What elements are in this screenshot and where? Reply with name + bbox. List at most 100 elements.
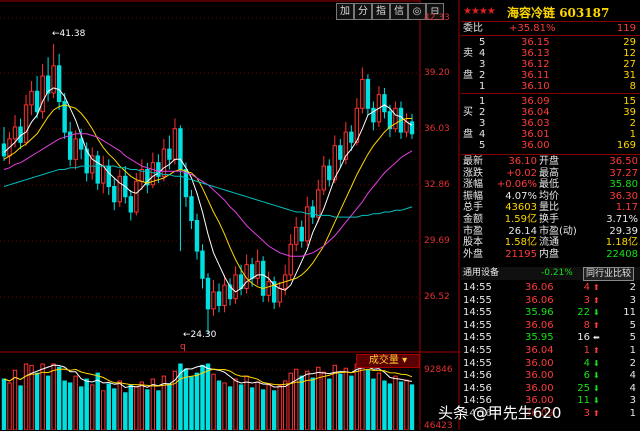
- volume-bar: [1, 378, 7, 430]
- volume-bar: [316, 366, 321, 430]
- industry-name[interactable]: 通用设备: [463, 267, 499, 279]
- candle-body: [56, 65, 62, 103]
- candle-body: [200, 250, 205, 279]
- candle-body: [360, 78, 365, 109]
- candle-body: [382, 94, 387, 113]
- quote-stat-row: 振幅 4.07% 均价 36.30: [461, 191, 640, 202]
- volume-bar: [194, 372, 200, 430]
- tick-row: 14:55 36.06 4 ⬆ 2: [461, 282, 640, 293]
- tick-row: 14:55 35.95 16 ⬅ 5: [461, 332, 640, 343]
- quote-stat-row: 市盈 26.14 市盈(动) 29.39: [461, 226, 640, 237]
- bid-row[interactable]: 1 36.09 15: [461, 96, 640, 107]
- tick-price: 36.06: [525, 319, 554, 331]
- candle-body: [112, 186, 117, 203]
- volume-bar: [45, 375, 51, 430]
- volume-bar: [73, 375, 78, 430]
- volume-bar: [150, 378, 156, 430]
- bid-volume: 2: [629, 118, 636, 129]
- volume-bar: [404, 379, 409, 430]
- tick-count: 3: [629, 395, 636, 407]
- toolbar-button-info[interactable]: 信: [390, 3, 408, 20]
- bid-row[interactable]: 盘 4 36.01 1: [461, 129, 640, 140]
- industry-compare-button[interactable]: 同行业比较: [583, 267, 635, 281]
- toolbar-button-add[interactable]: 加: [336, 3, 354, 20]
- candle-body: [12, 126, 18, 140]
- volume-bar: [222, 382, 227, 430]
- tick-time: 14:55: [463, 345, 492, 356]
- stat-value: 1.17: [615, 202, 638, 214]
- tick-price: 35.96: [525, 307, 554, 319]
- bid-row[interactable]: 3 36.03 2: [461, 118, 640, 129]
- candle-body: [161, 148, 167, 177]
- volume-bar: [332, 364, 338, 430]
- bid-volume: 169: [616, 140, 636, 151]
- tick-volume: 22: [577, 307, 590, 319]
- tick-count: 4: [629, 370, 636, 382]
- volume-bar: [227, 386, 233, 430]
- candle-body: [277, 288, 282, 303]
- bid-side-label: 盘: [463, 129, 473, 140]
- stat-value: +0.06%: [496, 179, 537, 191]
- volume-bar: [23, 363, 29, 430]
- tick-count: 2: [629, 357, 636, 369]
- price-axis-label: 36.03: [424, 124, 450, 134]
- tick-volume: 4: [583, 357, 590, 369]
- tick-price: 36.00: [525, 370, 554, 382]
- ask-price: 36.10: [521, 81, 550, 92]
- volume-bar: [282, 380, 288, 430]
- ask-row[interactable]: 5 36.15 29: [461, 37, 640, 48]
- stat-value: +0.02: [506, 167, 537, 179]
- volume-bar: [310, 377, 315, 430]
- bid-row[interactable]: 5 36.00 169: [461, 140, 640, 151]
- volume-bar: [376, 372, 382, 430]
- stat-label: 金额: [463, 214, 483, 225]
- stock-name: 海容冷链 603187: [507, 6, 610, 20]
- arrow-down-icon: ⬇: [593, 358, 600, 368]
- quote-stat-row: 金额 1.59亿 换手 3.71%: [461, 214, 640, 225]
- toolbar-button-indicator[interactable]: 指: [372, 3, 390, 20]
- stat-label: 外盘: [463, 248, 483, 260]
- ask-volume: 31: [623, 70, 636, 81]
- candle-body: [371, 107, 376, 123]
- ask-row[interactable]: 3 36.12 27: [461, 59, 640, 70]
- volume-indicator-dropdown[interactable]: 成交量 ▾: [356, 354, 420, 368]
- bid-row[interactable]: 买 2 36.04 39: [461, 107, 640, 118]
- volume-bar: [216, 380, 222, 430]
- volume-bar: [277, 385, 282, 430]
- candle-body: [78, 138, 84, 150]
- rating-stars-icon: ★★★★: [463, 6, 496, 17]
- candle-body: [101, 165, 106, 184]
- arrow-up-icon: ⬆: [593, 409, 600, 418]
- ask-row[interactable]: 卖 4 36.13 12: [461, 48, 640, 59]
- arrow-down-icon: ⬇: [593, 383, 600, 393]
- stat-value: 3.71%: [606, 214, 638, 225]
- candle-body: [194, 220, 200, 252]
- stat-value: 1.18亿: [605, 237, 638, 249]
- ask-volume: 8: [629, 81, 636, 92]
- tick-row: 14:56 36.00 6 ⬇ 4: [461, 370, 640, 381]
- bid-price: 36.09: [521, 96, 550, 107]
- toolbar-button-split[interactable]: 分: [354, 3, 372, 20]
- stat-value: 35.80: [609, 179, 638, 191]
- tick-volume: 16: [577, 332, 590, 344]
- ask-row[interactable]: 盘 2 36.11 31: [461, 70, 640, 81]
- volume-bar: [249, 387, 255, 430]
- candle-body: [73, 138, 78, 160]
- volume-bar: [7, 382, 12, 430]
- stat-label: 换手: [539, 214, 559, 225]
- ask-row[interactable]: 1 36.10 8: [461, 81, 640, 92]
- candle-body: [211, 291, 216, 310]
- tick-count: 1: [629, 408, 636, 419]
- tick-count: 3: [629, 294, 636, 306]
- ask-volume: 29: [623, 37, 636, 48]
- ask-price: 36.12: [521, 59, 550, 70]
- stat-value: 21195: [505, 248, 537, 260]
- stat-value: 4.07%: [505, 190, 537, 202]
- volume-bar: [409, 384, 415, 430]
- ask-level: 4: [479, 48, 486, 59]
- volume-bar: [84, 378, 89, 430]
- bid-level: 5: [479, 140, 486, 151]
- price-axis-label: 32.86: [424, 180, 450, 190]
- volume-bar: [338, 373, 343, 430]
- stat-label: 内盘: [539, 248, 559, 260]
